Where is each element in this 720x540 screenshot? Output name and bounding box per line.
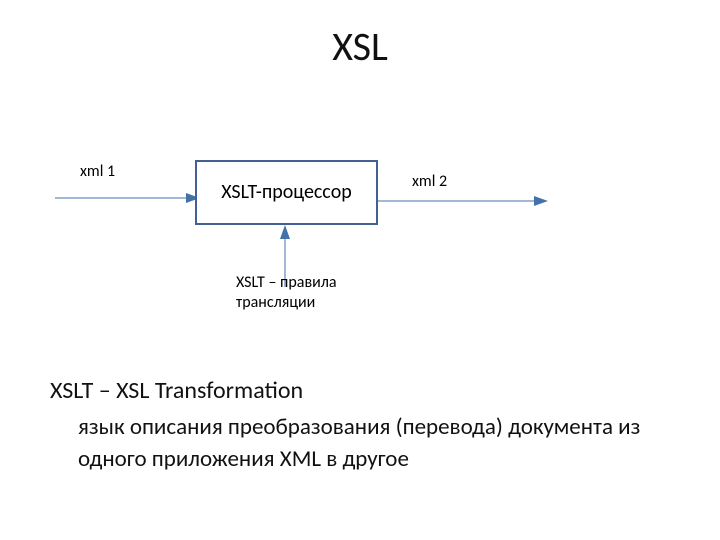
input-label: xml 1 [80,162,115,182]
rules-label: XSLT – правила трансляции [236,273,416,313]
definition-heading: XSLT – XSL Transformation [50,375,670,407]
body-text: XSLT – XSL Transformation язык описания … [50,375,670,475]
xslt-processor-box: XSLT-процессор [195,160,378,225]
rules-label-line1: XSLT – правила [236,273,337,292]
xslt-diagram: xml 1 XSLT-процессор xml 2 XSLT – правил… [0,140,720,340]
arrow-input [55,192,200,204]
slide: XSL xml 1 XSLT-процессор xml 2 XSLT – пр… [0,0,720,540]
arrow-output [378,195,548,207]
definition-text: язык описания преобразования (перевода) … [78,411,670,475]
page-title: XSL [0,22,720,71]
output-label: xml 2 [412,172,447,192]
rules-label-line2: трансляции [236,293,315,312]
